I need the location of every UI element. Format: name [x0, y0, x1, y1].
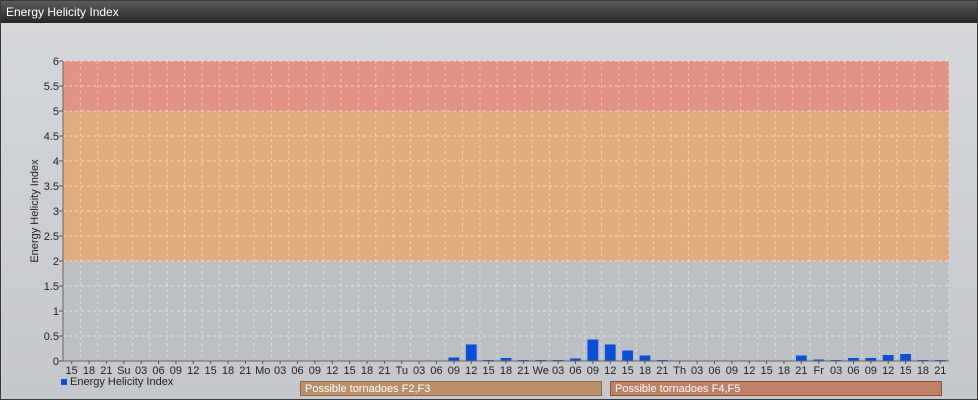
x-tick-label: 18 — [778, 365, 790, 377]
x-tick-label: 15 — [205, 365, 217, 377]
x-tick-label: 12 — [187, 365, 199, 377]
x-tick-label: 18 — [222, 365, 234, 377]
chart-svg: 0 0.5 1 1.5 2 2.5 3 3.5 4 4.5 5 5.5 6 Energy Helicity… — [29, 56, 950, 377]
bar — [604, 344, 616, 361]
x-tick-label: 21 — [795, 365, 807, 377]
x-tick-label: 09 — [448, 365, 460, 377]
bar — [622, 350, 633, 361]
x-tick-label: 12 — [465, 365, 477, 377]
x-tick-label: 15 — [760, 365, 772, 377]
x-tick-label: 03 — [413, 365, 425, 377]
x-tick-label: 21 — [656, 365, 668, 377]
zone-f4-f5: Possible tornadoes F4,F5 — [610, 381, 942, 396]
y-tick-label: 1 — [53, 306, 59, 318]
x-tick-label: 03 — [552, 365, 564, 377]
x-tick-label: 03 — [691, 365, 703, 377]
x-tick-label: 21 — [378, 365, 390, 377]
y-tick-label: 2 — [53, 256, 59, 268]
x-tick-label: 12 — [882, 365, 894, 377]
x-tick-label: 18 — [917, 365, 929, 377]
bar — [900, 354, 911, 361]
y-tick-label: 6 — [53, 56, 59, 68]
x-tick-label: 09 — [726, 365, 738, 377]
bar — [465, 344, 477, 361]
y-tick-label: 4.5 — [44, 131, 59, 143]
x-tick-label: 06 — [847, 365, 859, 377]
y-tick-label: 3 — [53, 206, 59, 218]
bar — [639, 355, 651, 361]
x-tick-label: 09 — [309, 365, 321, 377]
x-tick-label: 18 — [639, 365, 651, 377]
x-tick-label: 15 — [344, 365, 356, 377]
x-tick-label: 12 — [326, 365, 338, 377]
bar — [587, 339, 599, 361]
bar — [882, 355, 894, 361]
legend[interactable]: Energy Helicity Index — [61, 376, 173, 388]
legend-label: Energy Helicity Index — [70, 376, 174, 388]
x-tick-label: 03 — [274, 365, 286, 377]
y-tick-label: 5 — [53, 106, 59, 118]
zone-f2-f3: Possible tornadoes F2,F3 — [300, 381, 602, 396]
y-tick-label: 4 — [53, 156, 59, 168]
x-tick-label: 21 — [934, 365, 946, 377]
y-tick-label: 0.5 — [44, 331, 59, 343]
x-tick-label: Fr — [814, 365, 825, 377]
x-tick-label: 06 — [708, 365, 720, 377]
y-axis-label: Energy Helicity Index — [29, 159, 41, 263]
x-tick-label: 12 — [743, 365, 755, 377]
x-tick-label: Mo — [255, 365, 270, 377]
x-tick-label: 09 — [587, 365, 599, 377]
x-tick-label: 21 — [517, 365, 529, 377]
x-tick-label: 06 — [430, 365, 442, 377]
x-tick-label: 12 — [604, 365, 616, 377]
y-tick-label: 2.5 — [44, 231, 59, 243]
x-tick-label: 09 — [865, 365, 877, 377]
x-tick-label: 21 — [239, 365, 251, 377]
chart-window: Energy Helicity Index 0 0.5 1 1.5 2 2.5 3 3.5 4 4… — [0, 0, 978, 400]
x-tick-label: 15 — [899, 365, 911, 377]
y-tick-label: 0 — [53, 356, 59, 368]
x-tick-label: Th — [673, 365, 686, 377]
y-tick-label: 3.5 — [44, 181, 59, 193]
legend-swatch — [61, 379, 67, 386]
x-tick-label: Tu — [396, 365, 408, 377]
x-tick-label: 03 — [830, 365, 842, 377]
x-tick-label: We — [533, 365, 549, 377]
bar — [795, 355, 807, 361]
y-tick-label: 5.5 — [44, 81, 59, 93]
x-tick-label: 18 — [500, 365, 512, 377]
y-tick-label: 1.5 — [44, 281, 59, 293]
x-tick-label: 18 — [361, 365, 373, 377]
x-tick-label: 15 — [621, 365, 633, 377]
x-tick-label: 06 — [291, 365, 303, 377]
x-tick-label: 15 — [483, 365, 495, 377]
bar — [448, 357, 460, 361]
x-tick-label: 06 — [569, 365, 581, 377]
